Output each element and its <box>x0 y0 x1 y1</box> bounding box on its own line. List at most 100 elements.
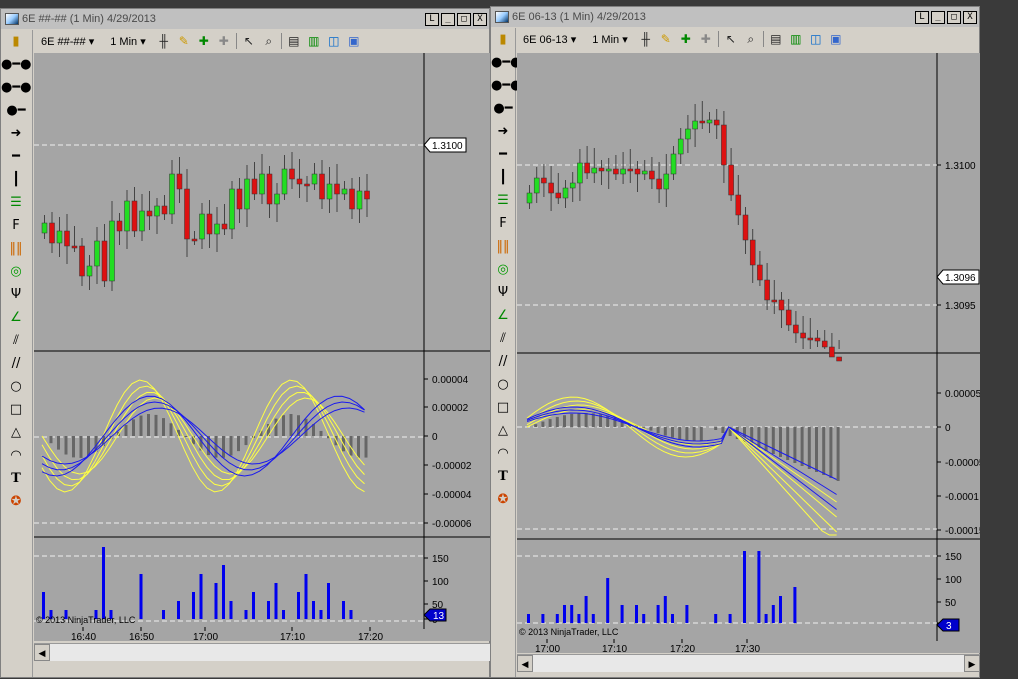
scroll-left-icon[interactable]: ◀ <box>34 644 50 661</box>
trend-channel-icon[interactable]: // <box>1 352 31 375</box>
vertical-line-icon[interactable]: ┃ <box>1 168 31 191</box>
zoom-out-icon[interactable]: ✚ <box>698 31 714 47</box>
segment-icon[interactable]: ●━● <box>1 53 32 76</box>
highlighter-icon[interactable]: ▮ <box>1 30 31 53</box>
candle-body <box>41 222 48 234</box>
indicator-icon[interactable]: ◫ <box>326 33 342 49</box>
rectangle-icon[interactable]: □ <box>491 396 515 419</box>
title-bar[interactable]: 6E ##-## (1 Min) 4/29/2013 L _ □ X <box>1 9 489 29</box>
instrument-selector[interactable]: 6E ##-## ▾ <box>35 35 100 48</box>
vertical-line-icon[interactable]: ┃ <box>491 166 515 189</box>
ruler-icon[interactable]: ●━● <box>1 76 32 99</box>
zoom-in-icon[interactable]: ✚ <box>196 33 212 49</box>
text-icon[interactable]: T <box>491 465 515 488</box>
close-button[interactable]: X <box>473 12 487 26</box>
chart-style-icon[interactable]: ▥ <box>788 31 804 47</box>
gann-fan-icon[interactable]: ∠ <box>491 304 515 327</box>
histogram-bar <box>815 427 818 472</box>
volume-bar <box>282 610 285 619</box>
volume-tick-label: 50 <box>945 598 957 609</box>
regression-channel-icon[interactable]: ⫽ <box>1 329 31 352</box>
chart-style-icon[interactable]: ▥ <box>306 33 322 49</box>
chart-panel[interactable]: 1.3100 1.3095 1.3096 0.00005 0 -0.00005 -0.000… <box>517 53 980 653</box>
ruler-icon[interactable]: ●━● <box>491 74 522 97</box>
data-box-icon[interactable]: ▤ <box>768 31 784 47</box>
arc-icon[interactable]: ◠ <box>1 444 31 467</box>
pointer-icon[interactable]: ↖ <box>241 33 257 49</box>
osc-tick-label: -0.00002 <box>432 461 472 472</box>
scroll-left-icon[interactable]: ◀ <box>517 655 533 672</box>
fib-time-icon[interactable]: ‖‖ <box>1 237 31 260</box>
minimize-button[interactable]: _ <box>931 10 945 24</box>
triangle-icon[interactable]: △ <box>1 421 31 444</box>
chart-marker-icon[interactable]: ✪ <box>1 490 31 513</box>
zoom-in-icon[interactable]: ✚ <box>678 31 694 47</box>
histogram-bar <box>800 427 804 466</box>
zoom-out-icon[interactable]: ✚ <box>216 33 232 49</box>
magnifier-icon[interactable]: ⌕ <box>261 33 277 49</box>
chart-window-1[interactable]: 6E ##-## (1 Min) 4/29/2013 L _ □ X 6E ##… <box>0 8 490 678</box>
close-button[interactable]: X <box>963 10 977 24</box>
title-bar[interactable]: 6E 06-13 (1 Min) 4/29/2013 L _ □ X <box>491 7 979 27</box>
ray-icon[interactable]: ●━ <box>1 99 31 122</box>
fib-retracement-icon[interactable]: ☰ <box>1 191 31 214</box>
ellipse-icon[interactable]: ○ <box>1 375 31 398</box>
ray-icon[interactable]: ●━ <box>491 97 515 120</box>
time-tick-label: 17:20 <box>670 644 695 653</box>
candle-body <box>728 164 734 196</box>
maximize-button[interactable]: □ <box>457 12 471 26</box>
highlighter-icon[interactable]: ▮ <box>491 28 515 51</box>
histogram-bar <box>822 427 826 475</box>
pencil-icon[interactable]: ✎ <box>658 31 674 47</box>
candle-body <box>364 190 370 200</box>
fib-circle-icon[interactable]: ◎ <box>491 258 515 281</box>
chart-window-2[interactable]: 6E 06-13 (1 Min) 4/29/2013 L _ □ X 6E 06… <box>490 6 980 678</box>
interval-selector[interactable]: 1 Min ▾ <box>586 33 634 46</box>
chart-panel[interactable]: 1.3100 0.00004 0.00002 0 -0.00002 -0.00004 -0.… <box>34 53 490 641</box>
text-icon[interactable]: T <box>1 467 31 490</box>
fib-extension-icon[interactable]: Ϝ <box>1 214 31 237</box>
arc-icon[interactable]: ◠ <box>491 442 515 465</box>
horizontal-scrollbar[interactable]: ◀ ▶ <box>517 654 980 672</box>
indicator-icon[interactable]: ◫ <box>808 31 824 47</box>
instrument-selector[interactable]: 6E 06-13 ▾ <box>517 33 582 46</box>
trend-channel-icon[interactable]: // <box>491 350 515 373</box>
restore-button[interactable]: L <box>915 10 929 24</box>
pencil-icon[interactable]: ✎ <box>176 33 192 49</box>
andrews-pitchfork-icon[interactable]: Ψ <box>491 281 515 304</box>
rectangle-icon[interactable]: □ <box>1 398 31 421</box>
toolbar-separator <box>762 31 764 47</box>
candle-body <box>526 192 533 204</box>
ellipse-icon[interactable]: ○ <box>491 373 515 396</box>
properties-icon[interactable]: ▣ <box>828 31 844 47</box>
fib-time-icon[interactable]: ‖‖ <box>491 235 515 258</box>
candle-body <box>699 120 706 124</box>
horizontal-line-icon[interactable]: ━ <box>1 145 31 168</box>
arrow-line-icon[interactable]: ➜ <box>1 122 31 145</box>
restore-button[interactable]: L <box>425 12 439 26</box>
arrow-line-icon[interactable]: ➜ <box>491 120 515 143</box>
properties-icon[interactable]: ▣ <box>346 33 362 49</box>
magnifier-icon[interactable]: ⌕ <box>743 31 759 47</box>
fib-circle-icon[interactable]: ◎ <box>1 260 31 283</box>
maximize-button[interactable]: □ <box>947 10 961 24</box>
interval-selector[interactable]: 1 Min ▾ <box>104 35 152 48</box>
minimize-button[interactable]: _ <box>441 12 455 26</box>
bar-type-icon[interactable]: ╫ <box>638 31 654 47</box>
volume-tick-label: 150 <box>432 554 449 565</box>
horizontal-scrollbar[interactable]: ◀ <box>34 643 490 661</box>
pointer-icon[interactable]: ↖ <box>723 31 739 47</box>
gann-fan-icon[interactable]: ∠ <box>1 306 31 329</box>
bar-type-icon[interactable]: ╫ <box>156 33 172 49</box>
triangle-icon[interactable]: △ <box>491 419 515 442</box>
chart-marker-icon[interactable]: ✪ <box>491 488 515 511</box>
data-box-icon[interactable]: ▤ <box>286 33 302 49</box>
fib-retracement-icon[interactable]: ☰ <box>491 189 515 212</box>
segment-icon[interactable]: ●━● <box>491 51 522 74</box>
scroll-right-icon[interactable]: ▶ <box>964 655 980 672</box>
andrews-pitchfork-icon[interactable]: Ψ <box>1 283 31 306</box>
fib-extension-icon[interactable]: Ϝ <box>491 212 515 235</box>
regression-channel-icon[interactable]: ⫽ <box>491 327 515 350</box>
horizontal-line-icon[interactable]: ━ <box>491 143 515 166</box>
histogram-bar <box>282 415 285 436</box>
